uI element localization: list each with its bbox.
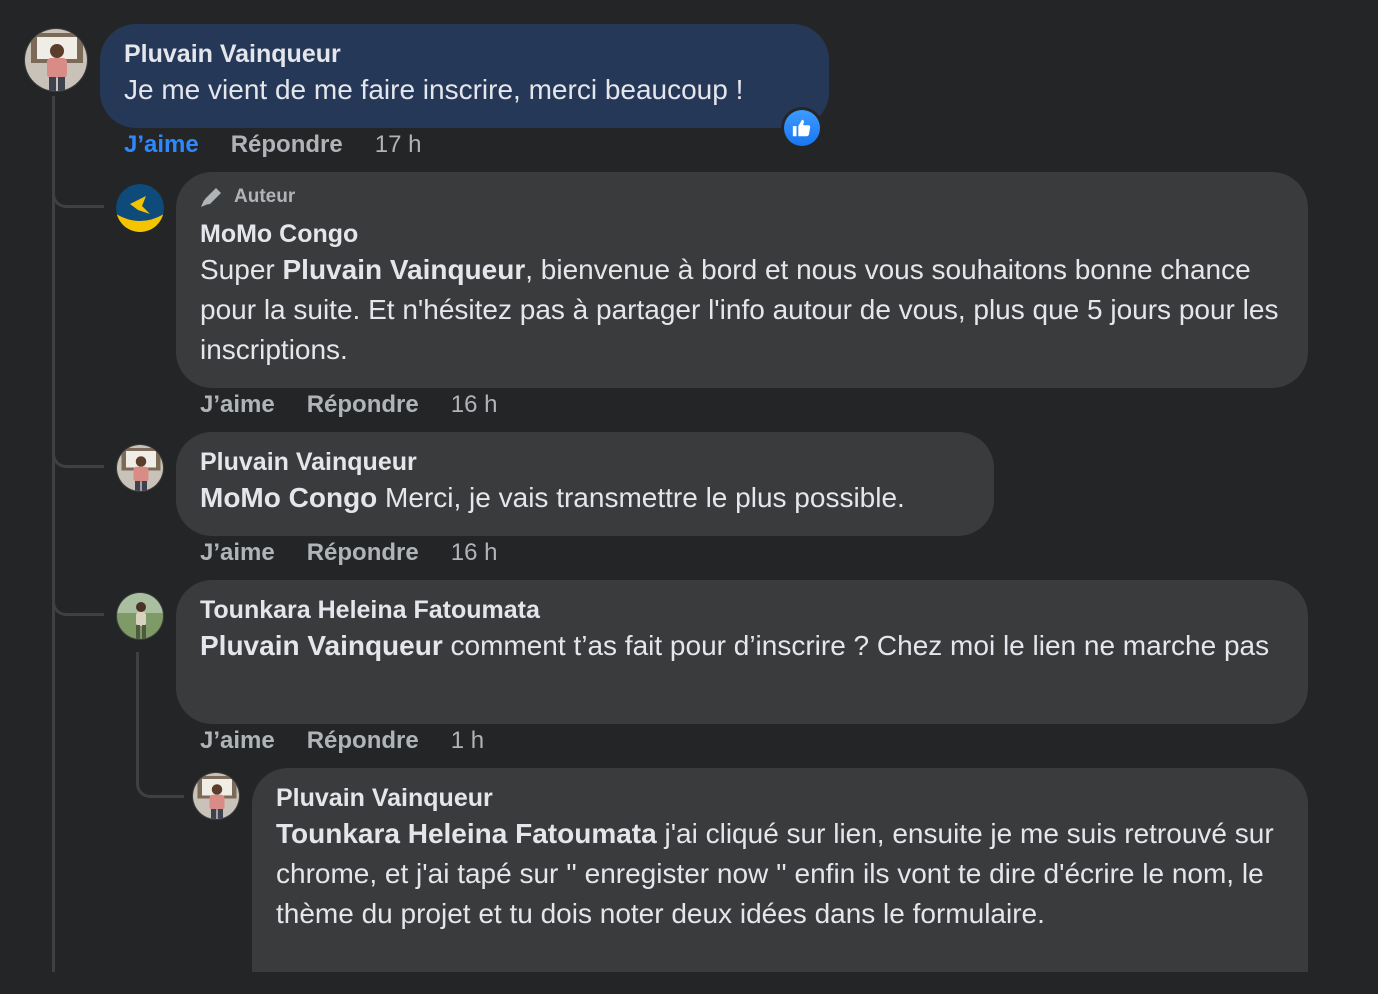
avatar[interactable] — [116, 592, 164, 640]
avatar[interactable] — [192, 772, 240, 820]
comment-actions: J’aime Répondre 16 h — [200, 391, 497, 419]
user-photo-icon — [25, 29, 87, 91]
like-icon — [792, 119, 811, 137]
timestamp[interactable]: 16 h — [451, 539, 498, 567]
like-button[interactable]: J’aime — [200, 391, 275, 419]
comment-text: MoMo Congo Merci, je vais transmettre le… — [200, 478, 970, 518]
like-button[interactable]: J’aime — [200, 727, 275, 755]
reply-button[interactable]: Répondre — [307, 727, 419, 755]
like-button[interactable]: J’aime — [200, 539, 275, 567]
comment-text-part: Merci, je vais transmettre le plus possi… — [377, 482, 905, 513]
comment-author[interactable]: Tounkara Heleina Fatoumata — [200, 594, 1284, 626]
author-badge: Auteur — [200, 186, 1284, 208]
avatar[interactable] — [24, 28, 88, 92]
comment-bubble: Pluvain Vainqueur MoMo Congo Merci, je v… — [176, 432, 994, 536]
comment-bubble: Auteur MoMo Congo Super Pluvain Vainqueu… — [176, 172, 1308, 388]
user-photo-icon — [117, 445, 163, 491]
mention-link[interactable]: Tounkara Heleina Fatoumata — [276, 818, 657, 849]
reply-button[interactable]: Répondre — [231, 131, 343, 159]
comment-author[interactable]: Pluvain Vainqueur — [276, 782, 1284, 814]
mention-link[interactable]: Pluvain Vainqueur — [283, 254, 526, 285]
comment-bubble: Pluvain Vainqueur Tounkara Heleina Fatou… — [252, 768, 1308, 972]
timestamp[interactable]: 1 h — [451, 727, 484, 755]
comment-text: Pluvain Vainqueur comment t’as fait pour… — [200, 626, 1284, 666]
reply-button[interactable]: Répondre — [307, 391, 419, 419]
comment-text-part: Super — [200, 254, 283, 285]
reaction-badge[interactable] — [781, 107, 823, 149]
reply-button[interactable]: Répondre — [307, 539, 419, 567]
comment-bubble: Pluvain Vainqueur Je me vient de me fair… — [100, 24, 829, 128]
mention-link[interactable]: Pluvain Vainqueur — [200, 630, 443, 661]
timestamp[interactable]: 17 h — [375, 131, 422, 159]
avatar[interactable] — [116, 444, 164, 492]
comment-bubble: Tounkara Heleina Fatoumata Pluvain Vainq… — [176, 580, 1308, 724]
timestamp[interactable]: 16 h — [451, 391, 498, 419]
mention-link[interactable]: MoMo Congo — [200, 482, 377, 513]
avatar[interactable] — [116, 184, 164, 232]
momo-logo-icon — [116, 184, 164, 232]
thread-connector — [52, 586, 104, 616]
user-photo-icon — [193, 773, 239, 819]
comment-text: Super Pluvain Vainqueur, bienvenue à bor… — [200, 250, 1284, 370]
comment-actions: J’aime Répondre 16 h — [200, 539, 497, 567]
comment-text-part: comment t’as fait pour d’inscrire ? Chez… — [442, 630, 1270, 661]
comment-author[interactable]: Pluvain Vainqueur — [124, 38, 805, 70]
thread-connector — [52, 438, 104, 468]
comment-text: Je me vient de me faire inscrire, merci … — [124, 74, 744, 105]
comment-author[interactable]: Pluvain Vainqueur — [200, 446, 970, 478]
thread-connector — [52, 178, 104, 208]
comment-actions: J’aime Répondre 1 h — [200, 727, 484, 755]
comment-text: Tounkara Heleina Fatoumata j'ai cliqué s… — [276, 814, 1284, 934]
pen-icon — [201, 188, 221, 207]
comment-author[interactable]: MoMo Congo — [200, 218, 1284, 250]
user-photo-icon — [117, 593, 163, 639]
like-button[interactable]: J’aime — [124, 131, 199, 159]
comment-actions: J’aime Répondre 17 h — [124, 131, 421, 159]
thread-line-main — [52, 96, 55, 972]
author-badge-label: Auteur — [234, 186, 296, 207]
